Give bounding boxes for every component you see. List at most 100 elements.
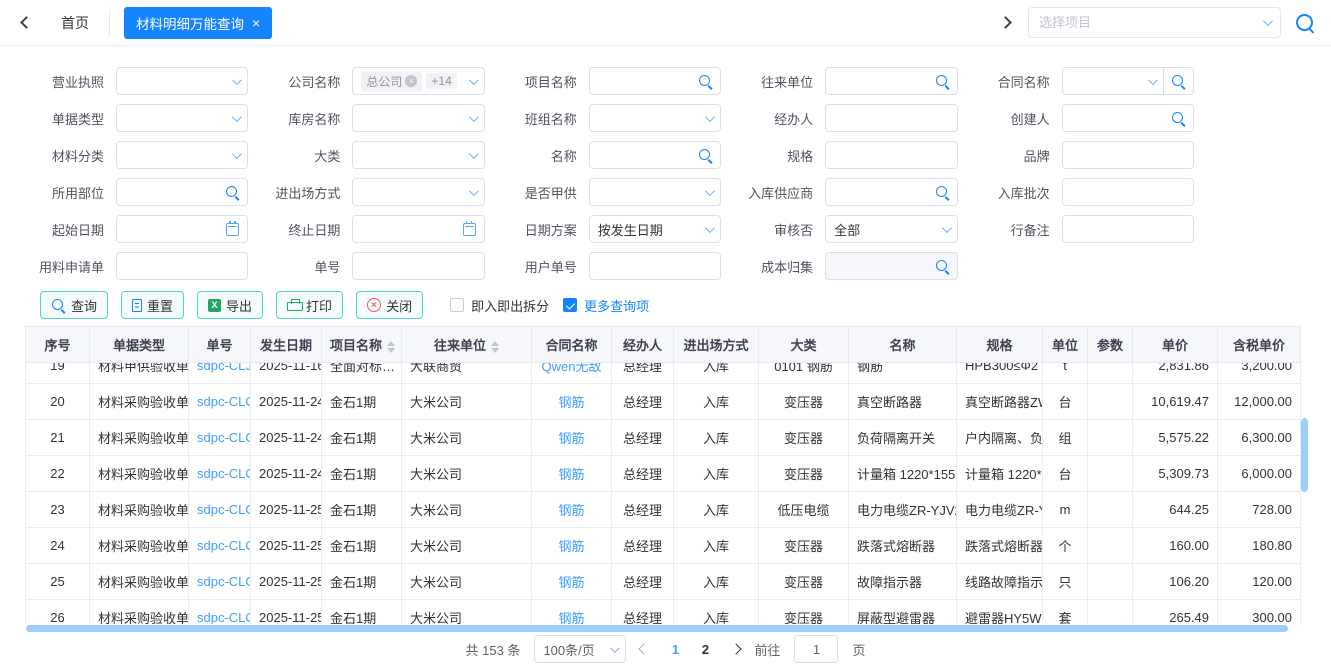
chevron-down-icon[interactable] xyxy=(942,223,952,233)
chevron-down-icon[interactable] xyxy=(469,186,479,196)
back-icon[interactable] xyxy=(20,16,33,29)
contract-link[interactable]: 钢筋 xyxy=(558,611,584,624)
tab-close-icon[interactable]: × xyxy=(252,16,260,30)
chevron-down-icon[interactable] xyxy=(232,149,242,159)
contract-link[interactable]: 钢筋 xyxy=(558,395,584,410)
column-header[interactable]: 往来单位 xyxy=(402,327,532,363)
export-button[interactable]: 导出 xyxy=(197,291,263,319)
chevron-down-icon[interactable] xyxy=(469,75,479,85)
search-icon[interactable] xyxy=(935,259,949,273)
column-header[interactable]: 单位 xyxy=(1043,327,1088,363)
filter-input-control[interactable] xyxy=(825,104,957,132)
filter-search-control[interactable] xyxy=(589,67,721,95)
filter-date-control[interactable] xyxy=(116,215,248,243)
tab-home[interactable]: 首页 xyxy=(61,13,89,33)
filter-select-control[interactable] xyxy=(116,141,248,169)
search-icon[interactable] xyxy=(1171,111,1185,125)
filter-input-control[interactable] xyxy=(825,141,957,169)
table-row[interactable]: 26材料采购验收单sdpc-CLC(2025-11-25金石1期大米公司钢筋总经… xyxy=(26,600,1301,625)
sort-icon[interactable] xyxy=(491,341,499,353)
doc-number-link[interactable]: sdpc-CLC( xyxy=(197,574,251,589)
filter-select-control[interactable] xyxy=(352,141,484,169)
search-button[interactable] xyxy=(1164,67,1194,95)
query-button[interactable]: 查询 xyxy=(40,291,108,319)
doc-number-link[interactable]: sdpc-CLC( xyxy=(197,430,251,445)
contract-link[interactable]: Qwen无敌 xyxy=(542,363,602,374)
column-header[interactable]: 经办人 xyxy=(612,327,674,363)
filter-date-control[interactable] xyxy=(352,215,484,243)
table-row[interactable]: 23材料采购验收单sdpc-CLC(2025-11-25金石1期大米公司钢筋总经… xyxy=(26,492,1301,528)
doc-number-link[interactable]: sdpc-CLC( xyxy=(197,502,251,517)
tab-material-query[interactable]: 材料明细万能查询 × xyxy=(124,7,272,39)
column-header[interactable]: 大类 xyxy=(759,327,849,363)
chevron-down-icon[interactable] xyxy=(232,75,242,85)
filter-input-control[interactable] xyxy=(589,252,721,280)
table-body-viewport[interactable]: 19材料甲供验收单sdpc-CLJ(2025-11-16全面对标…大联商贸Qwe… xyxy=(25,363,1308,624)
search-icon[interactable] xyxy=(698,148,712,162)
filter-select-control[interactable] xyxy=(352,178,484,206)
search-icon[interactable] xyxy=(225,185,239,199)
reset-button[interactable]: 重置 xyxy=(121,291,184,319)
horizontal-scrollbar-thumb[interactable] xyxy=(26,625,1288,632)
search-icon[interactable] xyxy=(935,185,949,199)
filter-input-control[interactable] xyxy=(1062,178,1194,206)
column-header[interactable]: 单号 xyxy=(189,327,251,363)
chevron-down-icon[interactable] xyxy=(705,223,715,233)
table-row[interactable]: 24材料采购验收单sdpc-CLC(2025-11-25金石1期大米公司钢筋总经… xyxy=(26,528,1301,564)
vertical-scrollbar-thumb[interactable] xyxy=(1301,418,1308,492)
column-header[interactable]: 合同名称 xyxy=(532,327,612,363)
filter-select-control[interactable] xyxy=(589,104,721,132)
topbar-search-icon[interactable] xyxy=(1295,13,1315,33)
forward-icon[interactable] xyxy=(999,16,1012,29)
next-page-icon[interactable] xyxy=(731,643,742,654)
chevron-down-icon[interactable] xyxy=(705,186,715,196)
doc-number-link[interactable]: sdpc-CLC( xyxy=(197,610,251,624)
goto-page-input[interactable] xyxy=(794,635,838,663)
column-header[interactable]: 单据类型 xyxy=(90,327,189,363)
page-size-select[interactable]: 100条/页 xyxy=(534,635,626,663)
filter-select-control[interactable] xyxy=(116,104,248,132)
filter-select-control[interactable] xyxy=(116,67,248,95)
close-button[interactable]: 关闭 xyxy=(356,291,423,319)
filter-input-control[interactable] xyxy=(1062,215,1194,243)
filter-select-control[interactable] xyxy=(589,178,721,206)
filter-search-control[interactable] xyxy=(1062,104,1194,132)
contract-link[interactable]: 钢筋 xyxy=(558,539,584,554)
doc-number-link[interactable]: sdpc-CLC( xyxy=(197,538,251,553)
calendar-icon[interactable] xyxy=(463,223,476,236)
filter-search-control[interactable] xyxy=(589,141,721,169)
contract-link[interactable]: 钢筋 xyxy=(558,503,584,518)
filter-input-control[interactable] xyxy=(116,252,248,280)
table-row[interactable]: 20材料采购验收单sdpc-CLC(2025-11-24金石1期大米公司钢筋总经… xyxy=(26,384,1301,420)
split-in-out-checkbox[interactable]: 即入即出拆分 xyxy=(450,296,549,315)
filter-search-control[interactable] xyxy=(116,178,248,206)
checkbox-icon[interactable] xyxy=(450,298,464,312)
filter-search-control[interactable] xyxy=(825,67,957,95)
chevron-down-icon[interactable] xyxy=(469,112,479,122)
filter-select-control[interactable]: 全部 xyxy=(825,215,957,243)
column-header[interactable]: 进出场方式 xyxy=(674,327,759,363)
table-row[interactable]: 25材料采购验收单sdpc-CLC(2025-11-25金石1期大米公司钢筋总经… xyxy=(26,564,1301,600)
column-header[interactable]: 名称 xyxy=(849,327,957,363)
column-header[interactable]: 规格 xyxy=(957,327,1043,363)
filter-search-control[interactable] xyxy=(825,178,957,206)
checkbox-checked-icon[interactable] xyxy=(563,298,577,312)
sort-icon[interactable] xyxy=(387,341,395,353)
column-header[interactable]: 序号 xyxy=(26,327,90,363)
column-header[interactable]: 发生日期 xyxy=(251,327,322,363)
filter-select-control[interactable] xyxy=(352,104,484,132)
contract-link[interactable]: 钢筋 xyxy=(558,575,584,590)
print-button[interactable]: 打印 xyxy=(276,291,343,319)
page-number-2[interactable]: 2 xyxy=(692,642,718,657)
project-select[interactable] xyxy=(1028,7,1281,38)
contract-link[interactable]: 钢筋 xyxy=(558,431,584,446)
doc-number-link[interactable]: sdpc-CLC( xyxy=(197,394,251,409)
chevron-down-icon[interactable] xyxy=(232,112,242,122)
contract-link[interactable]: 钢筋 xyxy=(558,467,584,482)
page-number-1[interactable]: 1 xyxy=(662,642,688,657)
chevron-down-icon[interactable] xyxy=(1263,16,1273,26)
project-select-input[interactable] xyxy=(1039,15,1263,30)
filter-select-control[interactable]: 总公司×+14 xyxy=(352,67,484,95)
table-row[interactable]: 21材料采购验收单sdpc-CLC(2025-11-24金石1期大米公司钢筋总经… xyxy=(26,420,1301,456)
filter-select-control[interactable]: 按发生日期 xyxy=(589,215,721,243)
